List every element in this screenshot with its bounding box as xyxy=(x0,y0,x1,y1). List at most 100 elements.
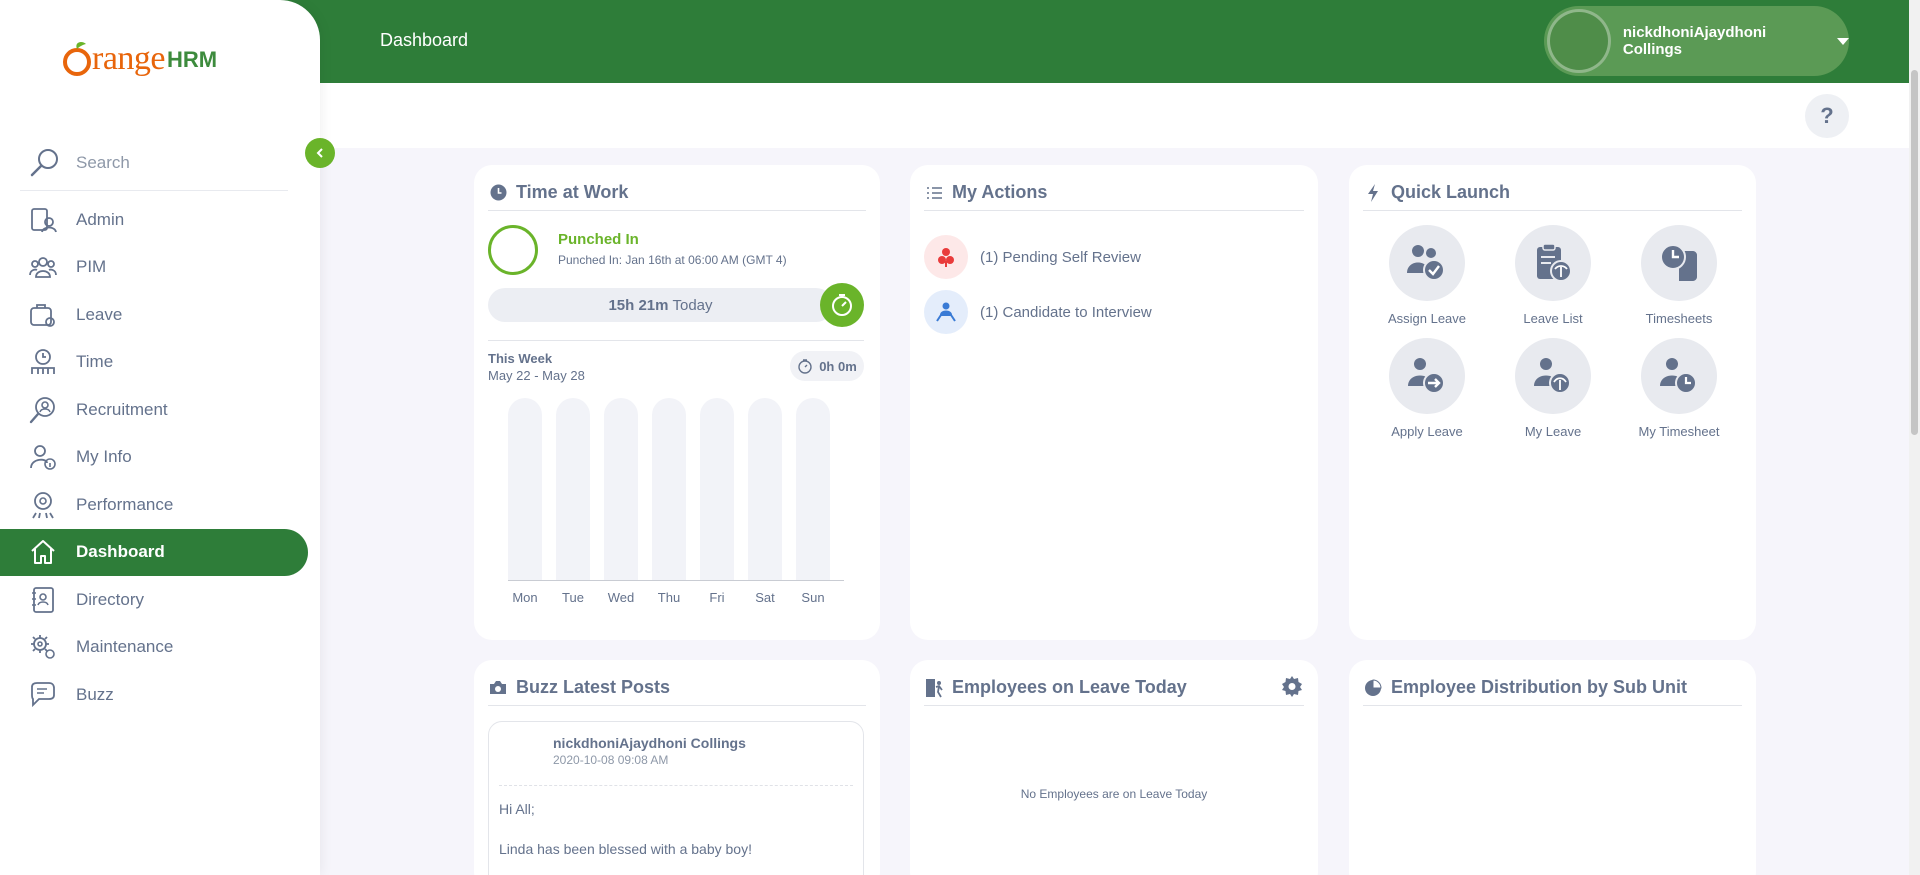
quick-launch-label: Assign Leave xyxy=(1387,311,1467,326)
action-label: (1) Pending Self Review xyxy=(980,248,1141,266)
camera-icon xyxy=(488,678,508,698)
day-bar xyxy=(700,398,734,580)
post-author: nickdhoniAjaydhoni Collings xyxy=(553,735,746,751)
quick-launch-my-leave[interactable]: My Leave xyxy=(1498,338,1608,439)
sub-header xyxy=(320,83,1909,148)
logo-text: range xyxy=(92,40,166,77)
card-title: Employees on Leave Today xyxy=(952,677,1187,697)
lightning-icon xyxy=(1363,183,1383,203)
card-header: My Actions xyxy=(924,175,1304,211)
sidebar-item-buzz[interactable]: Buzz xyxy=(0,671,320,719)
orangehrm-logo[interactable]: range HRM xyxy=(62,38,217,78)
leave-icon xyxy=(28,300,58,330)
search-box[interactable]: Search xyxy=(20,136,288,191)
quick-launch-my-timesheet[interactable]: My Timesheet xyxy=(1624,338,1734,439)
logo-hrm-text: HRM xyxy=(167,47,218,72)
action-item[interactable]: (1) Pending Self Review xyxy=(924,235,1141,279)
today-hours-bar: 15h 21m Today xyxy=(488,288,833,322)
day-label: Tue xyxy=(562,590,584,605)
sidebar-item-label: Maintenance xyxy=(76,637,174,657)
buzz-post[interactable]: nickdhoniAjaydhoni Collings 2020-10-08 0… xyxy=(488,721,864,875)
employee-distribution-card: Employee Distribution by Sub Unit xyxy=(1349,660,1756,875)
orange-logo-icon xyxy=(63,41,91,76)
weekly-hours-chart xyxy=(508,398,844,581)
user-dropdown[interactable]: nickdhoniAjaydhoni Collings xyxy=(1544,6,1849,76)
day-label: Wed xyxy=(607,590,635,605)
week-title: This Week xyxy=(488,351,553,366)
card-title: My Actions xyxy=(952,182,1048,202)
timesheets-icon xyxy=(1641,225,1717,301)
sidebar-item-pim[interactable]: PIM xyxy=(0,244,320,292)
sidebar-item-label: My Info xyxy=(76,447,132,467)
home-icon xyxy=(28,537,58,567)
sidebar-item-label: Time xyxy=(76,352,114,372)
page-scrollbar[interactable] xyxy=(1909,0,1920,875)
quick-launch-label: Timesheets xyxy=(1645,311,1713,326)
profile-ring xyxy=(488,225,538,275)
scrollbar-thumb[interactable] xyxy=(1911,70,1918,435)
punch-out-button[interactable] xyxy=(820,283,864,327)
time-icon xyxy=(28,347,58,377)
time-at-work-card: Time at Work Punched In Punched In: Jan … xyxy=(474,165,880,640)
sidebar-item-admin[interactable]: Admin xyxy=(0,196,320,244)
day-label: Sun xyxy=(801,590,825,605)
quick-launch-label: Leave List xyxy=(1523,311,1583,326)
action-item[interactable]: (1) Candidate to Interview xyxy=(924,290,1152,334)
pim-icon xyxy=(28,252,58,282)
user-name: nickdhoniAjaydhoni Collings xyxy=(1622,24,1767,58)
sidebar-item-label: Dashboard xyxy=(76,542,165,562)
sidebar-item-label: PIM xyxy=(76,257,107,277)
self-review-icon xyxy=(924,235,968,279)
interview-icon xyxy=(924,290,968,334)
quick-launch-label: My Leave xyxy=(1524,424,1582,439)
today-hours: 15h 21m xyxy=(608,296,669,314)
day-label: Mon xyxy=(512,590,538,605)
search-input[interactable]: Search xyxy=(76,153,130,173)
divider xyxy=(488,340,864,341)
post-text: Linda has been blessed with a baby boy! xyxy=(499,841,752,857)
empty-state-message: No Employees are on Leave Today xyxy=(1020,787,1208,801)
card-title: Employee Distribution by Sub Unit xyxy=(1391,677,1688,697)
my-actions-card: My Actions (1) Pending Self Review (1) C… xyxy=(910,165,1318,640)
card-title: Time at Work xyxy=(516,182,629,202)
employees-on-leave-card: Employees on Leave Today No Employees ar… xyxy=(910,660,1318,875)
sidebar-item-time[interactable]: Time xyxy=(0,339,320,387)
day-bar xyxy=(652,398,686,580)
performance-icon xyxy=(28,490,58,520)
sidebar-item-performance[interactable]: Performance xyxy=(0,481,320,529)
apply-leave-icon xyxy=(1389,338,1465,414)
quick-launch-card: Quick Launch Assign Leave Leave List Tim… xyxy=(1349,165,1756,640)
sidebar-item-directory[interactable]: Directory xyxy=(0,576,320,624)
my-info-icon xyxy=(28,442,58,472)
quick-launch-leave-list[interactable]: Leave List xyxy=(1498,225,1608,326)
sidebar-item-label: Leave xyxy=(76,304,123,324)
quick-launch-timesheets[interactable]: Timesheets xyxy=(1624,225,1734,326)
sidebar-collapse-button[interactable] xyxy=(305,138,335,168)
sidebar-item-my-info[interactable]: My Info xyxy=(0,434,320,482)
quick-launch-assign-leave[interactable]: Assign Leave xyxy=(1372,225,1482,326)
punch-detail: Punched In: Jan 16th at 06:00 AM (GMT 4) xyxy=(558,253,787,267)
day-bar xyxy=(748,398,782,580)
quick-launch-label: Apply Leave xyxy=(1391,424,1463,439)
page-title: Dashboard xyxy=(380,30,469,50)
caret-down-icon xyxy=(1837,37,1849,45)
day-bar xyxy=(508,398,542,580)
punch-status: Punched In xyxy=(558,231,639,248)
sidebar-item-maintenance[interactable]: Maintenance xyxy=(0,624,320,672)
day-bar xyxy=(796,398,830,580)
sidebar-item-label: Recruitment xyxy=(76,399,168,419)
today-label: Today xyxy=(672,296,713,314)
admin-icon xyxy=(28,205,58,235)
day-bar xyxy=(604,398,638,580)
card-header: Time at Work xyxy=(488,175,866,211)
buzz-latest-posts-card: Buzz Latest Posts nickdhoniAjaydhoni Col… xyxy=(474,660,880,875)
sidebar-item-leave[interactable]: Leave xyxy=(0,291,320,339)
gear-icon[interactable] xyxy=(1280,674,1304,698)
post-divider xyxy=(499,785,853,786)
clock-icon xyxy=(488,183,508,203)
help-button[interactable]: ? xyxy=(1805,94,1849,138)
sidebar-item-dashboard[interactable]: Dashboard xyxy=(0,528,320,577)
day-label: Thu xyxy=(657,590,681,605)
quick-launch-apply-leave[interactable]: Apply Leave xyxy=(1372,338,1482,439)
sidebar-item-recruitment[interactable]: Recruitment xyxy=(0,386,320,434)
